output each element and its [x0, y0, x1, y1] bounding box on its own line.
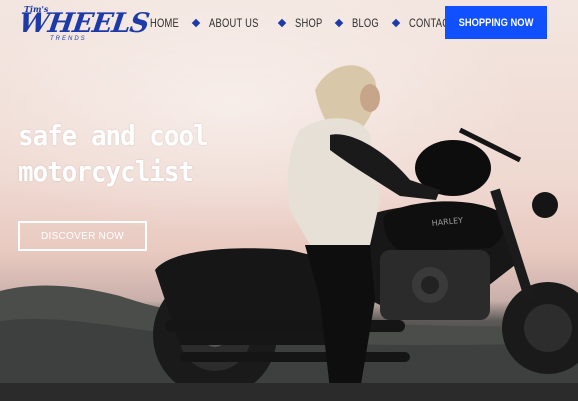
hero-headline: safe and cool motorcyclist	[18, 118, 224, 190]
logo-sub-text: TRENDS	[50, 36, 87, 42]
nav-home[interactable]: HOME	[150, 16, 179, 30]
diamond-separator-icon	[277, 18, 286, 28]
nav-blog[interactable]: BLOG	[352, 16, 379, 30]
diamond-separator-icon	[391, 18, 400, 28]
main-navigation: HOME ABOUT US SHOP BLOG CONTACT	[150, 15, 468, 31]
logo-main-text: WHEELS	[16, 8, 151, 39]
discover-now-button[interactable]: DISCOVER NOW	[18, 221, 147, 251]
wheels-logo[interactable]: Tim's WHEELS TRENDS	[17, 3, 151, 47]
hero-banner: HARLEY	[0, 0, 578, 401]
diamond-separator-icon	[191, 18, 201, 28]
diamond-separator-icon	[334, 18, 344, 28]
woman-on-motorcycle-photo: HARLEY	[153, 65, 578, 397]
shopping-now-label: SHOPPING NOW	[458, 16, 534, 29]
headline-line-2: motorcyclist	[18, 155, 194, 188]
headline-line-1: safe and cool	[18, 119, 209, 152]
nav-about-us[interactable]: ABOUT US	[209, 16, 259, 30]
nav-shop[interactable]: SHOP	[295, 16, 322, 30]
shopping-now-button[interactable]: SHOPPING NOW	[445, 6, 547, 39]
page-bottom-bar	[0, 383, 578, 401]
